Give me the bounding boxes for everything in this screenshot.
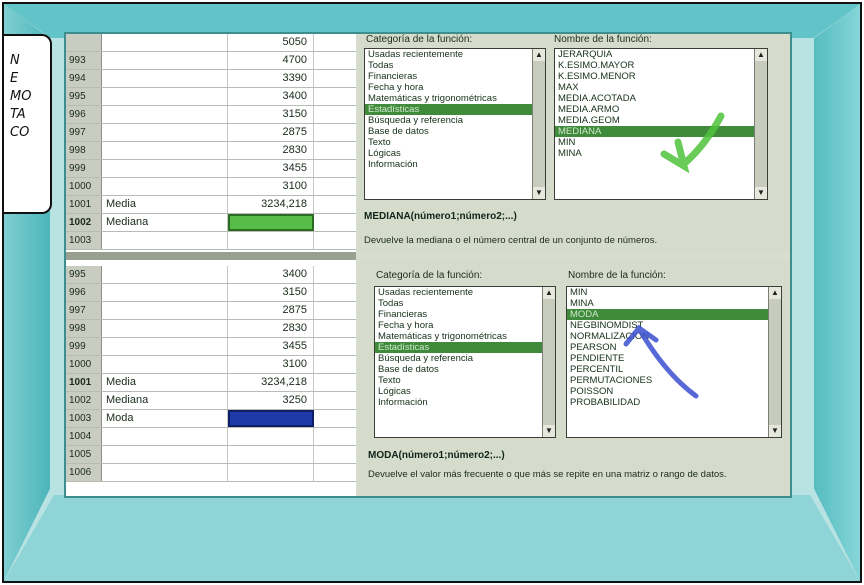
screen: 5050 993 4700 994 3390 995 3400 996 3150 997 2875 9… [66,34,790,496]
annotation-arrows [623,112,725,399]
frame-bevel-right [814,4,860,581]
frame-bevel-bottom [4,495,860,581]
teal-picture-frame: N E MO TA CO 5050 993 4700 994 3390 995 3400 99… [2,2,862,583]
green-arrow-icon [660,112,725,174]
balloon-line: CO [10,125,30,140]
balloon-line: N [10,53,20,68]
balloon-line: E [10,71,19,86]
comic-speech-balloon: N E MO TA CO [4,34,52,214]
balloon-line: TA [10,107,26,122]
balloon-line: MO [10,89,32,104]
frame-bevel-top [4,4,860,38]
blue-arrow-icon [623,324,699,399]
